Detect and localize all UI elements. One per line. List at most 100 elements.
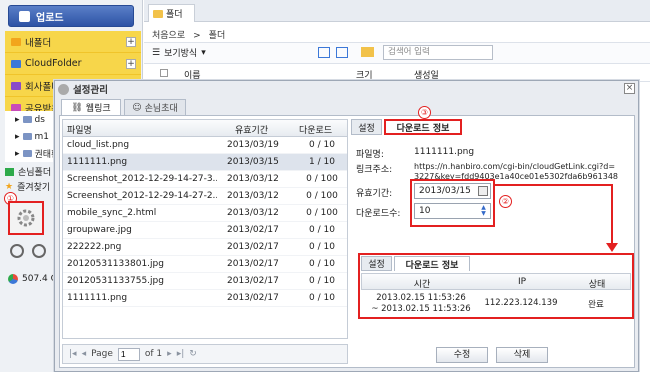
last-page-icon[interactable]: ▸|	[177, 349, 185, 359]
next-page-icon[interactable]: ▸	[167, 349, 172, 359]
download-count-label: 다운로드수:	[356, 209, 401, 219]
tab-guest-invite[interactable]: ☺ 손님초대	[124, 99, 186, 115]
calendar-icon[interactable]	[478, 186, 488, 196]
breadcrumb-current[interactable]: 폴더	[209, 31, 226, 41]
file-row[interactable]: cloud_list.png 2013/03/19 0 / 10	[63, 137, 347, 154]
pagination: |◂ ◂ Page of 1 ▸ ▸| ↻	[62, 344, 348, 364]
download-log-row: 2013.02.15 11:53:26 ~ 2013.02.15 11:53:2…	[361, 291, 631, 317]
expiry-date-field[interactable]: 2013/03/15	[414, 183, 491, 199]
sidebar-item-cloudfolder[interactable]: CloudFolder +	[5, 53, 141, 75]
search-input[interactable]: 검색어 입력	[383, 45, 493, 60]
stepper-icon[interactable]: ▲ ▼	[478, 205, 489, 217]
detail-view-icon[interactable]	[336, 47, 348, 58]
folder-icon	[11, 81, 21, 90]
file-downloads: 0 / 10	[309, 259, 335, 269]
expiry-date-value: 2013/03/15	[419, 186, 471, 196]
sidebar-item-favorites[interactable]: ★ 즐겨찾기	[5, 180, 50, 194]
main-tabbar	[144, 0, 650, 22]
refresh-icon[interactable]: ↻	[189, 349, 197, 359]
tab-download-info[interactable]: 다운로드 정보	[384, 119, 462, 135]
annotation-marker-2: ②	[499, 195, 512, 208]
filename-label: 파일명:	[356, 150, 384, 160]
upload-icon	[19, 10, 30, 22]
windows-icon[interactable]	[32, 244, 46, 258]
file-row[interactable]: groupware.jpg 2013/02/17 0 / 10	[63, 222, 347, 239]
file-row[interactable]: 20120531133755.jpg 2013/02/17 0 / 10	[63, 273, 347, 290]
folder-icon	[22, 133, 32, 140]
close-icon[interactable]: ×	[624, 83, 635, 94]
tab-folder[interactable]: 폴더	[148, 4, 195, 22]
expand-icon[interactable]: ▸	[15, 132, 20, 142]
inset-tab-download-info: 다운로드 정보	[394, 256, 470, 271]
file-name: mobile_sync_2.html	[67, 208, 157, 218]
grid-view-icon[interactable]	[318, 47, 330, 58]
tab-weblink[interactable]: ⛓ 웹링크	[61, 99, 121, 115]
file-downloads: 0 / 100	[306, 208, 338, 218]
sidebar-item-my-folder[interactable]: 내폴더 +	[5, 31, 141, 53]
link-value-line1[interactable]: https://n.hanbiro.com/cgi-bin/cloudGetLi…	[414, 162, 615, 171]
upload-button[interactable]: 업로드	[8, 5, 134, 27]
first-page-icon[interactable]: |◂	[69, 349, 77, 359]
file-row[interactable]: 1111111.png 2013/02/17 0 / 10	[63, 290, 347, 307]
file-expiry: 2013/03/15	[227, 157, 279, 167]
add-icon[interactable]: +	[126, 36, 136, 47]
column-status: 상태	[588, 280, 606, 290]
edit-button[interactable]: 수정	[436, 347, 488, 363]
settings-button[interactable]	[8, 201, 44, 235]
select-all-checkbox[interactable]	[160, 69, 168, 77]
file-expiry: 2013/03/12	[227, 174, 279, 184]
folder-icon	[11, 59, 21, 68]
dialog-title-text: 설정관리	[73, 85, 108, 96]
file-row[interactable]: mobile_sync_2.html 2013/03/12 0 / 100	[63, 205, 347, 222]
inset-tab-settings: 설정	[361, 256, 392, 271]
file-row[interactable]: 1111111.png 2013/03/15 1 / 10	[63, 154, 347, 171]
column-filename[interactable]: 파일명	[67, 123, 92, 136]
folder-icon	[22, 150, 32, 157]
file-row[interactable]: 222222.png 2013/02/17 0 / 10	[63, 239, 347, 256]
file-expiry: 2013/03/12	[227, 191, 279, 201]
sync-icons	[10, 244, 46, 258]
prev-page-icon[interactable]: ◂	[82, 349, 87, 359]
file-list-header: 파일명 유효기간 다운로드	[63, 120, 347, 137]
breadcrumb-home[interactable]: 처음으로	[152, 31, 185, 41]
sync-icon[interactable]	[10, 244, 24, 258]
expiry-label: 유효기간:	[356, 189, 393, 199]
file-row[interactable]: Screenshot_2012-12-29-14-27-3... 2013/03/…	[63, 171, 347, 188]
expand-icon[interactable]: ▸	[15, 149, 20, 159]
view-mode-button[interactable]: ☰ 보기방식 ▾	[152, 46, 206, 60]
tab-label: 폴더	[166, 10, 183, 20]
file-downloads: 0 / 100	[306, 174, 338, 184]
page-input[interactable]	[117, 347, 140, 361]
breadcrumb-sep: >	[193, 31, 201, 41]
file-downloads: 0 / 10	[309, 140, 335, 150]
filename-value: 1111111.png	[414, 147, 475, 157]
page-label: Page	[91, 349, 113, 359]
file-expiry: 2013/02/17	[227, 276, 279, 286]
tab-label: 손님초대	[144, 104, 178, 114]
expand-icon[interactable]: ▸	[15, 115, 20, 125]
tab-label: 웹링크	[85, 104, 111, 114]
upload-label: 업로드	[36, 12, 64, 24]
annotation-marker-3: ③	[418, 106, 431, 119]
file-name: 1111111.png	[67, 293, 128, 303]
add-icon[interactable]: +	[126, 58, 136, 69]
file-downloads: 0 / 100	[306, 191, 338, 201]
gear-icon	[58, 83, 69, 95]
folder-icon	[5, 167, 14, 176]
file-downloads: 0 / 10	[309, 293, 335, 303]
file-downloads: 1 / 10	[309, 157, 335, 167]
tab-settings[interactable]: 설정	[351, 119, 382, 135]
view-mode-label: 보기방식	[164, 49, 198, 59]
list-icon: ☰	[152, 47, 161, 58]
delete-button[interactable]: 삭제	[496, 347, 548, 363]
file-row[interactable]: 20120531133801.jpg 2013/02/17 0 / 10	[63, 256, 347, 273]
column-downloads[interactable]: 다운로드	[299, 123, 332, 136]
column-expiry[interactable]: 유효기간	[235, 123, 268, 136]
file-expiry: 2013/02/17	[227, 293, 279, 303]
download-count-stepper[interactable]: 10 ▲ ▼	[414, 203, 491, 219]
link-label: 링크주소:	[356, 165, 393, 175]
guest-folder-label: 손님폴더	[18, 168, 52, 178]
sidebar-item-guest-folder[interactable]: 손님폴더	[5, 165, 51, 178]
folder-menu-icon[interactable]	[361, 47, 374, 57]
file-row[interactable]: Screenshot_2012-12-29-14-27-2... 2013/03/…	[63, 188, 347, 205]
